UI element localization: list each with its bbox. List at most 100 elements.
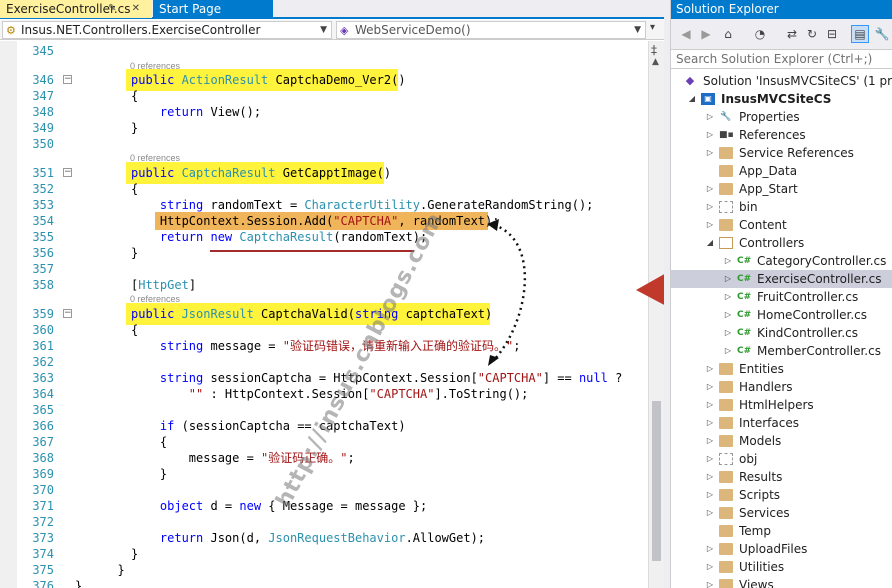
code-line[interactable]: 376} <box>0 578 648 588</box>
solution-explorer-search[interactable]: Search Solution Explorer (Ctrl+;) <box>671 49 892 69</box>
tree-item[interactable]: ▷ 🔧 Properties <box>671 108 892 126</box>
tree-item[interactable]: ▷ Views <box>671 576 892 588</box>
tree-item[interactable]: ▷ bin <box>671 198 892 216</box>
code-line[interactable]: 346− public ActionResult CaptchaDemo_Ver2… <box>0 72 648 88</box>
properties-icon[interactable]: 🔧 <box>873 25 891 43</box>
tree-item[interactable]: ▷ obj <box>671 450 892 468</box>
collapsed-arrow-icon[interactable]: ▷ <box>705 504 715 522</box>
tree-item[interactable]: ▷ C# MemberController.cs <box>671 342 892 360</box>
tab-pin-close-icon[interactable]: ✎ ✕ <box>108 0 146 18</box>
tree-item[interactable]: ◢ ▣ InsusMVCSiteCS <box>671 90 892 108</box>
collapsed-arrow-icon[interactable]: ▷ <box>705 432 715 450</box>
code-line[interactable]: 371 object d = new { Message = message }… <box>0 498 648 514</box>
collapsed-arrow-icon[interactable]: ▷ <box>705 558 715 576</box>
collapsed-arrow-icon[interactable]: ▷ <box>705 198 715 216</box>
code-line[interactable]: 358 [HttpGet] <box>0 277 648 293</box>
code-line[interactable]: 356} <box>0 245 648 261</box>
collapsed-arrow-icon[interactable]: ▷ <box>723 306 733 324</box>
collapsed-arrow-icon[interactable]: ▷ <box>705 216 715 234</box>
code-line[interactable]: 350 <box>0 136 648 152</box>
tree-item[interactable]: ▷ App_Start <box>671 180 892 198</box>
code-line[interactable]: 374} <box>0 546 648 562</box>
tree-item[interactable]: App_Data <box>671 162 892 180</box>
collapsed-arrow-icon[interactable]: ▷ <box>705 378 715 396</box>
vertical-scrollbar[interactable]: ‡ ▲ <box>648 41 664 588</box>
collapsed-arrow-icon[interactable]: ▷ <box>705 144 715 162</box>
collapse-region-icon[interactable]: − <box>63 168 72 177</box>
scroll-up-icon[interactable]: ▲ <box>652 57 659 67</box>
code-line[interactable]: 353 string randomText = CharacterUtility… <box>0 197 648 213</box>
tree-item[interactable]: ▷ Utilities <box>671 558 892 576</box>
code-line[interactable]: 354 HttpContext.Session.Add("CAPTCHA", r… <box>0 213 648 229</box>
collapse-region-icon[interactable]: − <box>63 75 72 84</box>
tree-item[interactable]: ▷ Models <box>671 432 892 450</box>
tree-item[interactable]: ▷ Services <box>671 504 892 522</box>
code-line[interactable]: 351− public CaptchaResult GetCapptImage() <box>0 165 648 181</box>
tree-item[interactable]: ▷ C# KindController.cs <box>671 324 892 342</box>
tree-item[interactable]: ◆ Solution 'InsusMVCSiteCS' (1 project) <box>671 72 892 90</box>
sync-icon[interactable]: ⇄ <box>783 25 801 43</box>
tree-item[interactable]: ▷ C# FruitController.cs <box>671 288 892 306</box>
code-line[interactable]: 347 { <box>0 88 648 104</box>
code-line[interactable]: 355 return new CaptchaResult(randomText)… <box>0 229 648 245</box>
back-icon[interactable]: ◀ <box>677 25 695 43</box>
tree-item[interactable]: ▷ Handlers <box>671 378 892 396</box>
codelens-references[interactable]: 0 references <box>130 153 180 163</box>
tree-item[interactable]: ◢ Controllers <box>671 234 892 252</box>
codelens-references[interactable]: 0 references <box>130 61 180 71</box>
tree-item[interactable]: ▷ Service References <box>671 144 892 162</box>
collapse-region-icon[interactable]: − <box>63 309 72 318</box>
tree-item[interactable]: ▷ ■▪ References <box>671 126 892 144</box>
collapse-all-icon[interactable]: ⊟ <box>823 25 841 43</box>
collapsed-arrow-icon[interactable]: ▷ <box>723 324 733 342</box>
code-line[interactable]: 348 return View(); <box>0 104 648 120</box>
tree-item[interactable]: ▷ HtmlHelpers <box>671 396 892 414</box>
code-line[interactable]: 370 <box>0 482 648 498</box>
code-line[interactable]: 361 string message = "验证码错误，请重新输入正确的验证码。… <box>0 338 648 354</box>
collapsed-arrow-icon[interactable]: ▷ <box>705 396 715 414</box>
code-line[interactable]: 349} <box>0 120 648 136</box>
collapsed-arrow-icon[interactable]: ▷ <box>705 360 715 378</box>
tree-item[interactable]: Temp <box>671 522 892 540</box>
codelens-references[interactable]: 0 references <box>130 294 180 304</box>
code-line[interactable]: 373 return Json(d, JsonRequestBehavior.A… <box>0 530 648 546</box>
history-icon[interactable]: ◔ <box>751 25 769 43</box>
tab-start-page[interactable]: Start Page <box>153 0 273 18</box>
tab-exercise-controller[interactable]: ExerciseController.cs ✎ ✕ <box>0 0 152 18</box>
code-line[interactable]: 345 <box>0 43 648 59</box>
code-line[interactable]: 360 { <box>0 322 648 338</box>
expanded-arrow-icon[interactable]: ◢ <box>687 90 697 108</box>
collapsed-arrow-icon[interactable]: ▷ <box>723 288 733 306</box>
splitter-icon[interactable]: ‡ <box>651 43 657 57</box>
tree-item[interactable]: ▷ UploadFiles <box>671 540 892 558</box>
tree-item[interactable]: ▷ Results <box>671 468 892 486</box>
forward-icon[interactable]: ▶ <box>697 25 715 43</box>
collapsed-arrow-icon[interactable]: ▷ <box>705 486 715 504</box>
collapsed-arrow-icon[interactable]: ▷ <box>705 126 715 144</box>
collapsed-arrow-icon[interactable]: ▷ <box>723 252 733 270</box>
tree-item[interactable]: ▷ Interfaces <box>671 414 892 432</box>
code-line[interactable]: 372 <box>0 514 648 530</box>
member-dropdown[interactable]: ◈ WebServiceDemo() ▼ <box>336 21 646 39</box>
home-icon[interactable]: ⌂ <box>719 25 737 43</box>
code-area[interactable]: 345 346− public ActionResult CaptchaDemo_V… <box>0 41 648 588</box>
code-line[interactable]: 363 string sessionCaptcha = HttpContext.… <box>0 370 648 386</box>
refresh-icon[interactable]: ↻ <box>803 25 821 43</box>
collapsed-arrow-icon[interactable]: ▷ <box>705 576 715 588</box>
class-dropdown[interactable]: ⚙ Insus.NET.Controllers.ExerciseControll… <box>2 21 332 39</box>
tree-item[interactable]: ▷ Entities <box>671 360 892 378</box>
code-line[interactable]: 362 <box>0 354 648 370</box>
collapsed-arrow-icon[interactable]: ▷ <box>705 468 715 486</box>
collapsed-arrow-icon[interactable]: ▷ <box>705 108 715 126</box>
show-all-files-icon[interactable]: ▤ <box>851 25 869 43</box>
collapsed-arrow-icon[interactable]: ▷ <box>705 540 715 558</box>
scrollbar-thumb[interactable] <box>652 401 661 561</box>
collapsed-arrow-icon[interactable]: ▷ <box>705 180 715 198</box>
collapsed-arrow-icon[interactable]: ▷ <box>723 270 733 288</box>
tree-item[interactable]: ▷ C# CategoryController.cs <box>671 252 892 270</box>
tree-item[interactable]: ▷ C# ExerciseController.cs <box>671 270 892 288</box>
code-line[interactable]: 375 } <box>0 562 648 578</box>
tree-item[interactable]: ▷ Content <box>671 216 892 234</box>
code-line[interactable]: 369 } <box>0 466 648 482</box>
collapsed-arrow-icon[interactable]: ▷ <box>705 450 715 468</box>
